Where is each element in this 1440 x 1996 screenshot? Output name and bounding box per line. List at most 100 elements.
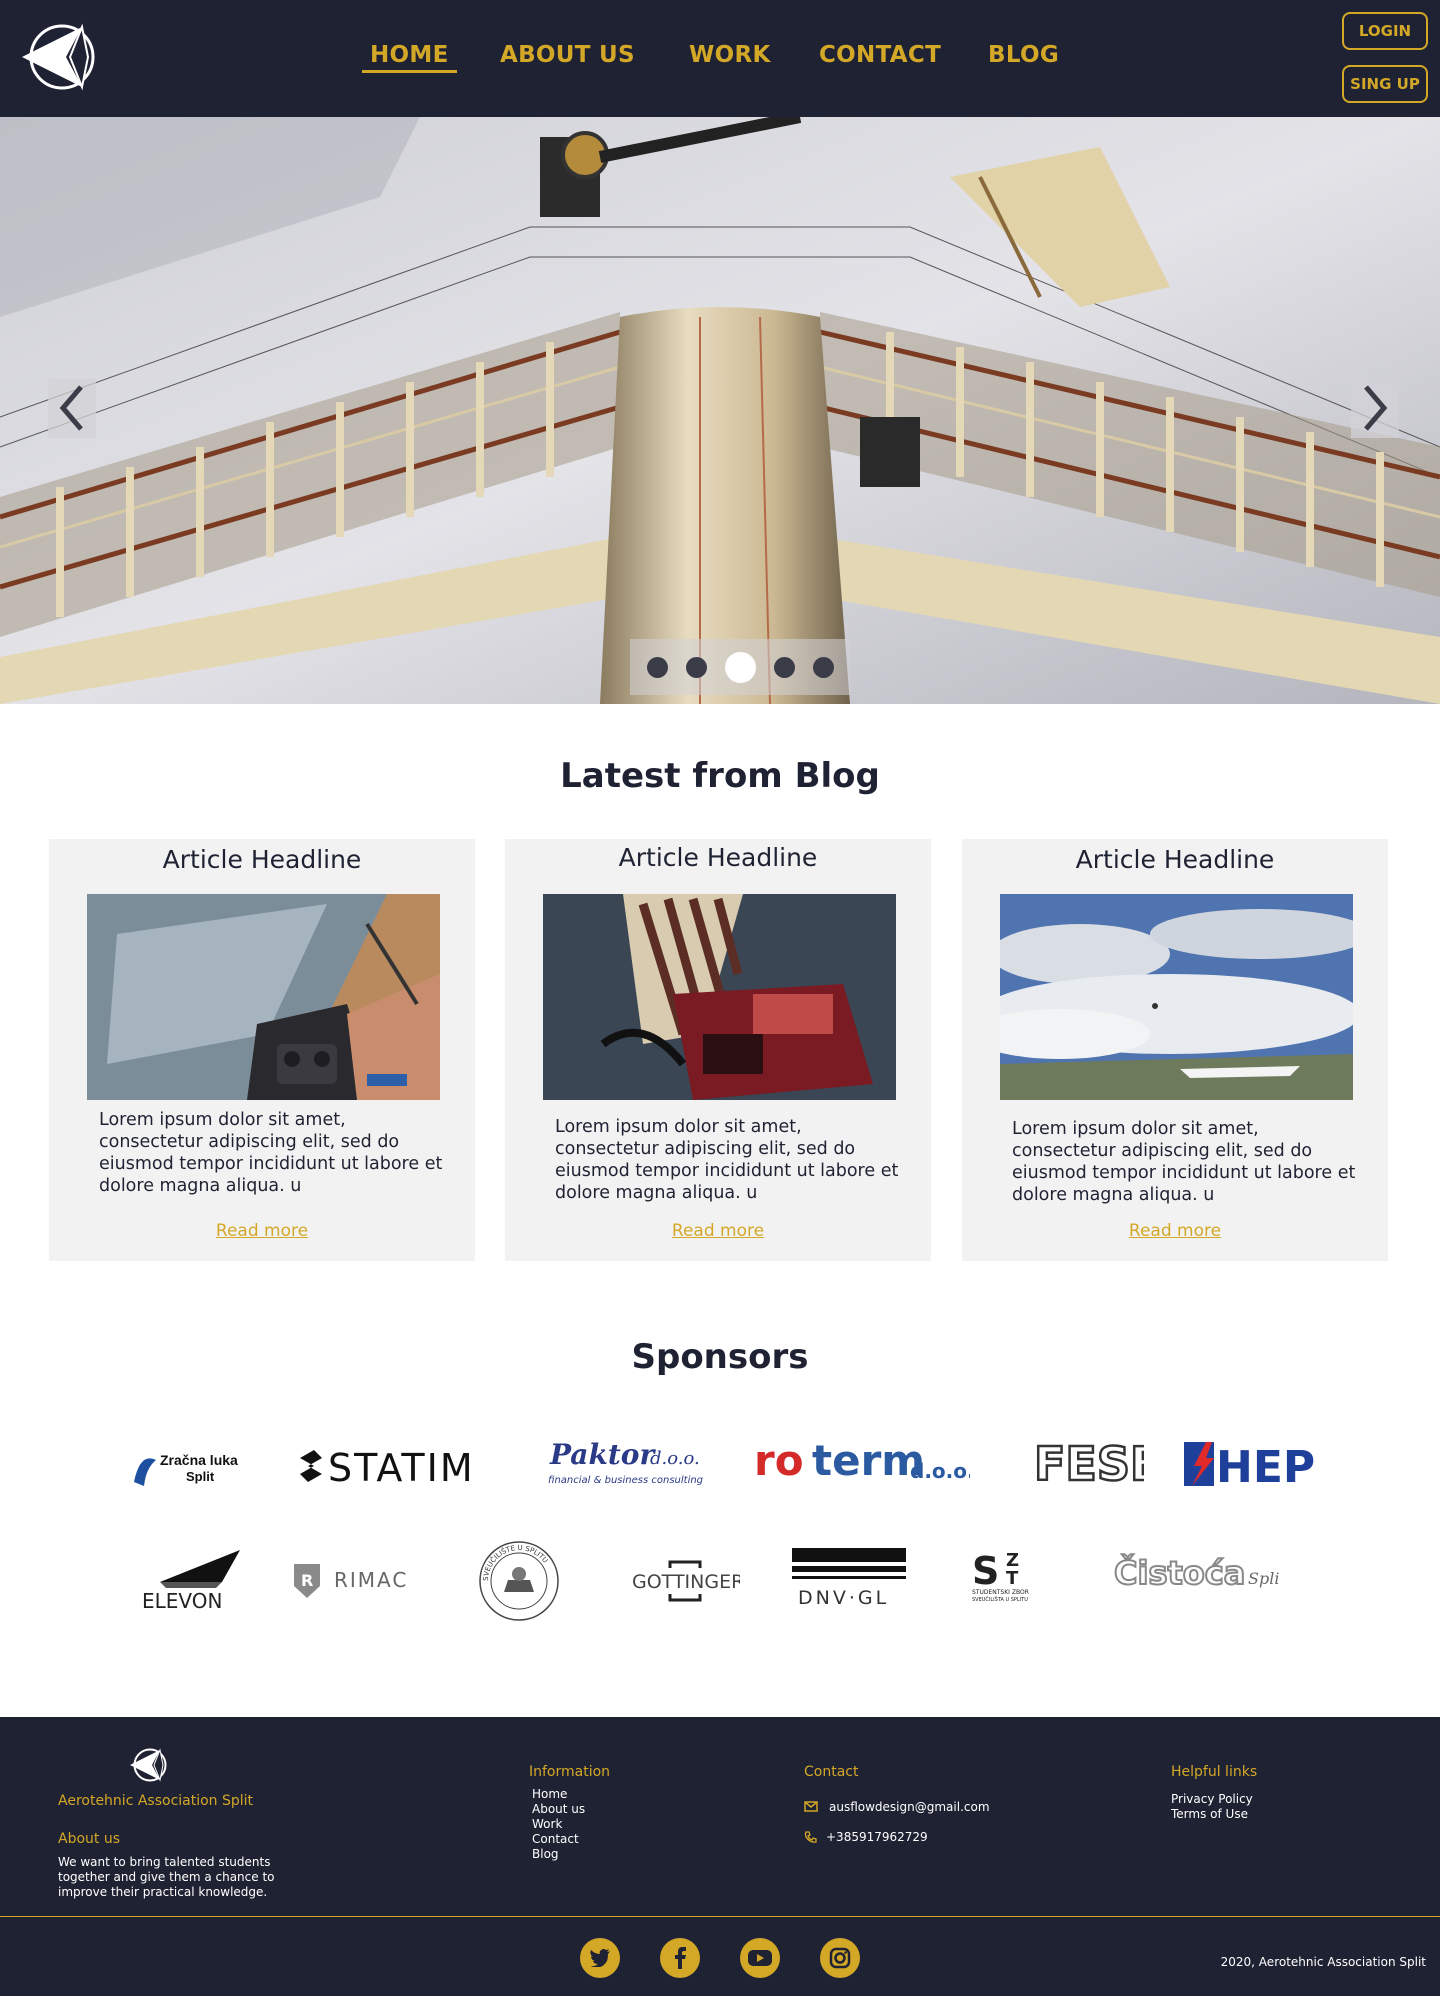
slider-dot-3[interactable] xyxy=(724,651,756,683)
article-headline: Article Headline xyxy=(618,843,818,872)
read-more-link[interactable]: Read more xyxy=(505,1221,931,1241)
hero-image xyxy=(0,117,1440,704)
article-image[interactable] xyxy=(1000,894,1353,1100)
footer-divider xyxy=(0,1916,1440,1917)
svg-text:S: S xyxy=(972,1549,999,1593)
chevron-right-icon xyxy=(1364,385,1388,431)
footer-link-terms-of-use[interactable]: Terms of Use xyxy=(1171,1807,1253,1822)
slider-dot-2[interactable] xyxy=(685,656,707,678)
svg-text:T: T xyxy=(1006,1568,1019,1589)
sponsor-label: term xyxy=(812,1438,925,1485)
sponsor-label: HEP xyxy=(1216,1442,1315,1488)
sponsor-label: Čistoća xyxy=(1114,1553,1245,1592)
slider-dot-5[interactable] xyxy=(812,656,834,678)
footer-about-title: About us xyxy=(58,1831,121,1847)
sponsor-hep[interactable]: HEP xyxy=(1180,1438,1326,1488)
nav-blog[interactable]: BLOG xyxy=(988,42,1059,68)
login-button[interactable]: LOGIN xyxy=(1342,12,1428,50)
sponsor-label: ro xyxy=(754,1438,804,1485)
sponsor-label: STATIM xyxy=(328,1446,475,1488)
footer-info-links: Home About us Work Contact Blog xyxy=(532,1787,585,1862)
sponsor-label: ELEVON xyxy=(142,1589,222,1612)
slider-dots xyxy=(630,639,850,695)
slider-prev-button[interactable] xyxy=(48,378,96,438)
sponsor-rimac[interactable]: R RIMAC xyxy=(290,1560,416,1600)
phone-icon xyxy=(804,1831,817,1843)
twitter-button[interactable] xyxy=(580,1938,620,1978)
sponsor-label: DNV·GL xyxy=(798,1587,889,1608)
footer-link-about-us[interactable]: About us xyxy=(532,1802,585,1817)
footer-about-text: We want to bring talented students toget… xyxy=(58,1855,275,1899)
sponsor-label: d.o.o. xyxy=(910,1459,970,1483)
instagram-button[interactable] xyxy=(820,1938,860,1978)
article-headline: Article Headline xyxy=(1075,845,1275,874)
sponsor-label: Split xyxy=(186,1469,215,1484)
article-card: Article Headline Lorem ipsum dolor sit a… xyxy=(49,839,475,1261)
article-image[interactable] xyxy=(543,894,896,1100)
site-header: HOME ABOUT US WORK CONTACT BLOG LOGIN SI… xyxy=(0,0,1440,117)
nav-home[interactable]: HOME xyxy=(362,42,457,73)
sponsor-label: RIMAC xyxy=(334,1568,408,1592)
footer-link-work[interactable]: Work xyxy=(532,1817,585,1832)
sponsor-zracna-luka-split[interactable]: Zračna luka Split xyxy=(130,1446,260,1490)
article-image[interactable] xyxy=(87,894,440,1100)
slider-dot-4[interactable] xyxy=(773,656,795,678)
read-more-link[interactable]: Read more xyxy=(49,1221,475,1241)
footer-link-privacy-policy[interactable]: Privacy Policy xyxy=(1171,1792,1253,1807)
sponsor-label: financial & business consulting xyxy=(548,1475,703,1486)
read-more-link[interactable]: Read more xyxy=(962,1221,1388,1241)
footer-info-title: Information xyxy=(529,1764,611,1780)
footer-link-blog[interactable]: Blog xyxy=(532,1847,585,1862)
sponsor-dnv-gl[interactable]: DNV·GL xyxy=(790,1546,908,1608)
footer-email[interactable]: ausflowdesign@gmail.com xyxy=(829,1800,990,1815)
footer-helpful-links: Privacy Policy Terms of Use xyxy=(1171,1792,1253,1822)
svg-text:SVEUČILIŠTA U SPLITU: SVEUČILIŠTA U SPLITU xyxy=(972,1596,1028,1603)
slider-next-button[interactable] xyxy=(1351,378,1399,438)
youtube-icon xyxy=(748,1950,772,1966)
sponsor-label: Zračna luka xyxy=(160,1452,238,1468)
sponsor-fesb[interactable]: FESB xyxy=(1032,1438,1144,1488)
sponsor-label: STUDENTSKI ZBOR xyxy=(972,1589,1029,1596)
facebook-icon xyxy=(675,1947,686,1969)
sponsor-sveuciliste-u-splitu[interactable]: SVEUČILIŠTE U SPLITU xyxy=(478,1540,560,1622)
sponsor-gottinger[interactable]: GOTTINGER xyxy=(630,1560,740,1602)
article-card: Article Headline Lorem ipsum dolor sit a… xyxy=(962,839,1388,1261)
nav-contact[interactable]: CONTACT xyxy=(819,42,941,68)
instagram-icon xyxy=(829,1947,851,1969)
footer-helpful-title: Helpful links xyxy=(1171,1764,1258,1780)
sponsor-label: FESB xyxy=(1034,1438,1144,1488)
mail-icon xyxy=(804,1801,818,1812)
signup-button[interactable]: SING UP xyxy=(1342,65,1428,103)
facebook-button[interactable] xyxy=(660,1938,700,1978)
sponsor-label: GOTTINGER xyxy=(632,1571,740,1593)
footer-logo-icon[interactable] xyxy=(130,1747,168,1783)
sponsor-cistoca-split[interactable]: Čistoća Split xyxy=(1112,1552,1280,1594)
article-text: Lorem ipsum dolor sit amet, consectetur … xyxy=(1012,1119,1356,1205)
sponsor-studentski-zbor[interactable]: S Z T STUDENTSKI ZBOR SVEUČILIŠTA U SPLI… xyxy=(968,1546,1050,1604)
article-text: Lorem ipsum dolor sit amet, consectetur … xyxy=(555,1117,899,1203)
sponsor-paktor[interactable]: Paktor d.o.o. financial & business consu… xyxy=(546,1438,706,1490)
sponsor-elevon[interactable]: ELEVON xyxy=(140,1546,244,1612)
chevron-left-icon xyxy=(59,385,83,431)
main-nav: HOME ABOUT US WORK CONTACT BLOG xyxy=(0,42,1440,82)
slider-dot-1[interactable] xyxy=(646,656,668,678)
hero-slider xyxy=(0,117,1440,704)
article-text: Lorem ipsum dolor sit amet, consectetur … xyxy=(99,1110,443,1196)
sponsors-title: Sponsors xyxy=(631,1337,809,1377)
sponsor-statim[interactable]: STATIM xyxy=(296,1444,490,1488)
sponsor-roterm[interactable]: ro term d.o.o. xyxy=(754,1438,970,1486)
footer-org-name: Aerotehnic Association Split xyxy=(58,1793,254,1809)
copyright-text: 2020, Aerotehnic Association Split xyxy=(1220,1955,1426,1969)
nav-work[interactable]: WORK xyxy=(689,42,771,68)
nav-about-us[interactable]: ABOUT US xyxy=(500,42,635,68)
youtube-button[interactable] xyxy=(740,1938,780,1978)
sponsor-label: Split xyxy=(1248,1569,1280,1588)
footer-link-contact[interactable]: Contact xyxy=(532,1832,585,1847)
footer-phone[interactable]: +385917962729 xyxy=(826,1830,928,1845)
sponsor-label: d.o.o. xyxy=(650,1448,700,1469)
twitter-icon xyxy=(590,1949,610,1967)
svg-text:R: R xyxy=(301,1571,313,1590)
footer-link-home[interactable]: Home xyxy=(532,1787,585,1802)
article-card: Article Headline Lorem ipsum dolor sit a… xyxy=(505,839,931,1261)
article-headline: Article Headline xyxy=(162,845,362,874)
